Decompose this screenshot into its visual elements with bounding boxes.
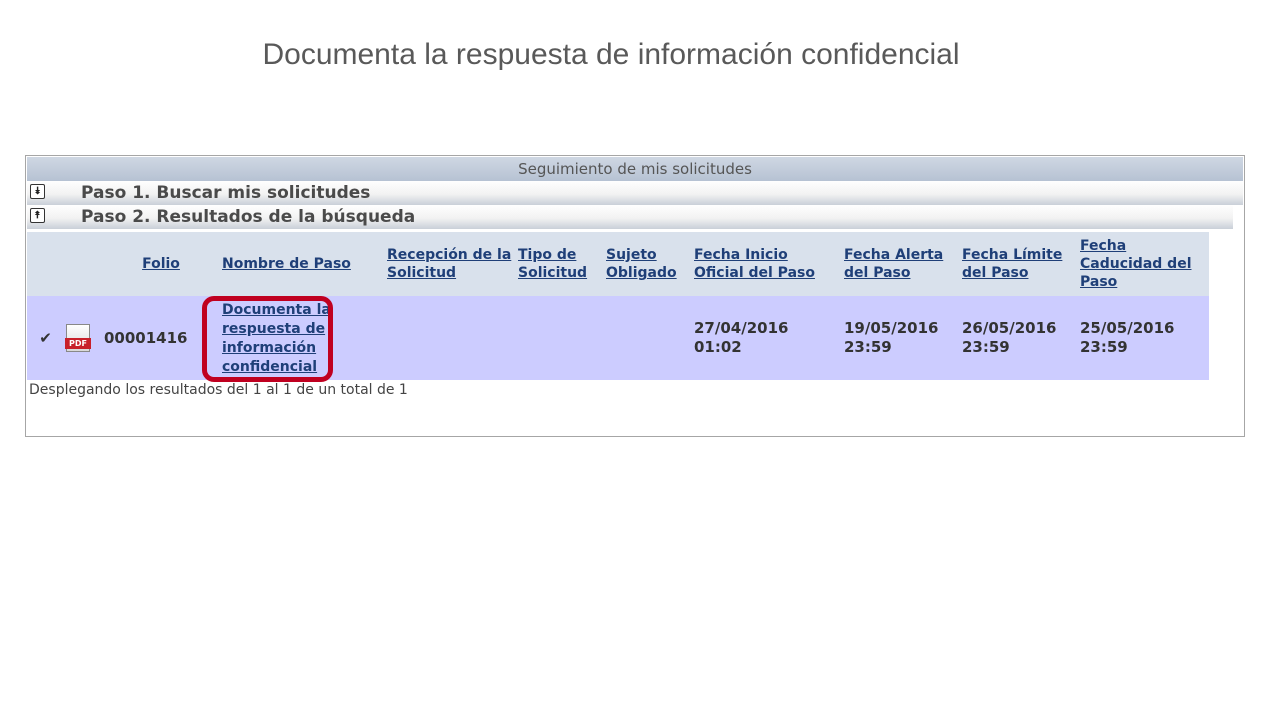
- pdf-icon[interactable]: PDF: [65, 324, 91, 352]
- th-nombre-paso[interactable]: Nombre de Paso: [220, 232, 385, 296]
- step-1-search[interactable]: ⯯ Paso 1. Buscar mis solicitudes: [27, 181, 1243, 205]
- sort-fecha-limite-link[interactable]: Fecha Límite del Paso: [962, 247, 1062, 281]
- collapse-icon[interactable]: ⯭: [30, 208, 45, 223]
- th-fecha-alerta[interactable]: Fecha Alerta del Paso: [842, 232, 960, 296]
- expand-icon[interactable]: ⯯: [30, 184, 45, 199]
- results-table: Folio Nombre de Paso Recepción de la Sol…: [27, 232, 1209, 380]
- th-status: [27, 232, 64, 296]
- results-summary: Desplegando los resultados del 1 al 1 de…: [29, 382, 408, 398]
- cell-fecha-alerta: 19/05/2016 23:59: [842, 296, 960, 380]
- cell-fecha-caducidad: 25/05/2016 23:59: [1078, 296, 1209, 380]
- pdf-tag: PDF: [65, 338, 91, 349]
- th-fecha-inicio[interactable]: Fecha Inicio Oficial del Paso: [692, 232, 842, 296]
- slide-title: Documenta la respuesta de información co…: [262, 38, 960, 71]
- cell-file[interactable]: PDF: [64, 296, 102, 380]
- cell-tipo: [516, 296, 604, 380]
- sort-recepcion-link[interactable]: Recepción de la Solicitud: [387, 247, 511, 281]
- cell-recepcion: [385, 296, 516, 380]
- step-2-label: Paso 2. Resultados de la búsqueda: [81, 207, 416, 227]
- cell-status: ✔: [27, 296, 64, 380]
- check-icon: ✔: [39, 328, 52, 347]
- th-fecha-caducidad[interactable]: Fecha Caducidad del Paso: [1078, 232, 1209, 296]
- step-1-label: Paso 1. Buscar mis solicitudes: [81, 183, 371, 203]
- step-2-results[interactable]: ⯭ Paso 2. Resultados de la búsqueda: [27, 205, 1233, 229]
- sort-folio-link[interactable]: Folio: [142, 256, 180, 272]
- sort-sujeto-link[interactable]: Sujeto Obligado: [606, 247, 677, 281]
- table-row: ✔ PDF 00001416 Documenta la respuesta de…: [27, 296, 1209, 380]
- sort-fecha-caducidad-link[interactable]: Fecha Caducidad del Paso: [1080, 238, 1192, 290]
- th-recepcion[interactable]: Recepción de la Solicitud: [385, 232, 516, 296]
- step-name-link[interactable]: Documenta la respuesta de información co…: [222, 302, 331, 375]
- th-file: [64, 232, 102, 296]
- results-panel: Seguimiento de mis solicitudes ⯯ Paso 1.…: [25, 155, 1245, 437]
- th-tipo[interactable]: Tipo de Solicitud: [516, 232, 604, 296]
- sort-fecha-inicio-link[interactable]: Fecha Inicio Oficial del Paso: [694, 247, 815, 281]
- th-fecha-limite[interactable]: Fecha Límite del Paso: [960, 232, 1078, 296]
- cell-folio: 00001416: [102, 296, 220, 380]
- th-sujeto[interactable]: Sujeto Obligado: [604, 232, 692, 296]
- table-header-row: Folio Nombre de Paso Recepción de la Sol…: [27, 232, 1209, 296]
- sort-fecha-alerta-link[interactable]: Fecha Alerta del Paso: [844, 247, 943, 281]
- cell-fecha-inicio: 27/04/2016 01:02: [692, 296, 842, 380]
- cell-nombre-paso[interactable]: Documenta la respuesta de información co…: [220, 296, 385, 380]
- sort-tipo-link[interactable]: Tipo de Solicitud: [518, 247, 587, 281]
- sort-nombre-paso-link[interactable]: Nombre de Paso: [222, 256, 351, 272]
- cell-fecha-limite: 26/05/2016 23:59: [960, 296, 1078, 380]
- th-folio[interactable]: Folio: [102, 232, 220, 296]
- panel-header: Seguimiento de mis solicitudes: [27, 157, 1243, 181]
- cell-sujeto: [604, 296, 692, 380]
